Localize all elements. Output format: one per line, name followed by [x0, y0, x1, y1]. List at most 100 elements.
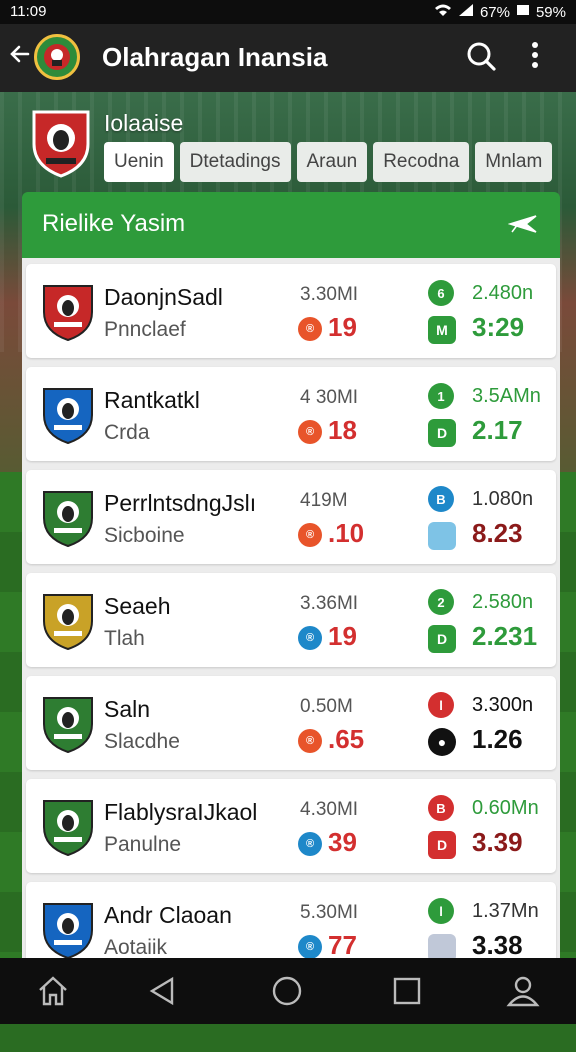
panel-title: Rielike Yasim: [42, 210, 186, 237]
more-vertical-icon[interactable]: [530, 40, 540, 77]
team-name: Seaeh: [104, 593, 171, 619]
panel-header: Rielike Yasim: [22, 192, 560, 258]
status-bar: 11:09 67% 59%: [0, 0, 576, 24]
match-score: 19: [328, 312, 357, 342]
score-badge-icon: ®: [298, 626, 322, 650]
tab-araun[interactable]: Araun: [296, 142, 368, 182]
score-badge-icon: ®: [298, 935, 322, 958]
match-score: 77: [328, 930, 357, 958]
team-name: Andr Claoan: [104, 902, 232, 928]
match-row[interactable]: Saln Slacdhe 0.50M ® .65 l 3.300n ● 1.26: [26, 676, 556, 770]
search-icon[interactable]: [465, 40, 497, 77]
tab-mnlam[interactable]: Mnlam: [475, 142, 553, 182]
odds-badge-icon: 6: [428, 280, 454, 306]
wifi-icon: [434, 3, 452, 21]
match-score: 39: [328, 827, 357, 857]
score-badge-icon: ®: [298, 523, 322, 547]
profile-icon[interactable]: [506, 974, 540, 1008]
signal-text: 67%: [479, 3, 510, 21]
match-amount: 4 30MI: [300, 387, 359, 408]
match-score: 18: [328, 415, 357, 445]
app-title: Olahragan Inansia: [102, 42, 328, 72]
back-triangle-icon[interactable]: [146, 974, 180, 1008]
team-crest-icon: [40, 591, 96, 651]
match-score: 19: [328, 621, 357, 651]
battery-icon: [516, 3, 530, 21]
value-badge-icon: [428, 934, 456, 958]
match-row[interactable]: DaonjnSadl Pnnclaef 3.30MI ® 19 6 2.480n M 3:29: [26, 264, 556, 358]
team-crest-icon: [40, 694, 96, 754]
team-crest-icon: [40, 282, 96, 342]
app-bar: Olahragan Inansia: [0, 24, 576, 92]
score-badge-icon: ®: [298, 729, 322, 753]
match-value: 2.17: [472, 415, 523, 445]
team-crest-icon: [40, 900, 96, 958]
odds-badge-icon: l: [428, 898, 454, 924]
match-row[interactable]: PerrlntsdngJslı Sicboine 419M ® .10 B 1.080n 8.…: [26, 470, 556, 564]
score-badge-icon: ®: [298, 832, 322, 856]
team-name: Rantkatkl: [104, 387, 200, 413]
match-row[interactable]: FlablysraIJkaol Panulne 4.30MI ® 39 B 0.60Mn D 3…: [26, 779, 556, 873]
value-badge-icon: D: [428, 419, 456, 447]
app-logo: [34, 34, 80, 80]
home-icon[interactable]: [36, 974, 70, 1008]
match-row[interactable]: Andr Claoan Aotaiik 5.30MI ® 77 l 1.37Mn 3.38: [26, 882, 556, 958]
match-score: .65: [328, 724, 365, 754]
match-amount: 419M: [300, 490, 348, 511]
match-row[interactable]: Rantkatkl Crda 4 30MI ® 18 1 3.5AMn D 2.17: [26, 367, 556, 461]
value-badge-icon: D: [428, 831, 456, 859]
odds-badge-icon: B: [428, 486, 454, 512]
status-right: 67% 59%: [434, 3, 566, 21]
match-value: 3.38: [472, 930, 523, 958]
status-time: 11:09: [10, 3, 47, 20]
circle-home-icon[interactable]: [270, 974, 304, 1008]
odds-badge-icon: 2: [428, 589, 454, 615]
match-odds: 3.300n: [472, 694, 534, 716]
match-amount: 4.30MI: [300, 799, 359, 820]
section-label: Iolaaise: [104, 110, 184, 136]
team-crest-icon: [40, 385, 96, 445]
team-subtitle: Crda: [104, 421, 150, 444]
battery-text: 59%: [535, 3, 566, 21]
match-amount: 0.50M: [300, 696, 353, 717]
tab-recodna[interactable]: Recodna: [373, 142, 470, 182]
match-odds: 2.480n: [472, 282, 534, 304]
match-odds: 1.080n: [472, 488, 534, 510]
match-value: 8.23: [472, 518, 523, 548]
match-value: 1.26: [472, 724, 523, 754]
match-odds: 0.60Mn: [472, 797, 539, 819]
match-odds: 3.5AMn: [472, 385, 541, 407]
tab-bar: Uenin Dtetadings Araun Recodna Mnlam: [104, 142, 553, 182]
signal-icon: [458, 3, 474, 21]
match-odds: 2.580n: [472, 591, 534, 613]
team-crest-icon: [40, 488, 96, 548]
value-badge-icon: [428, 522, 456, 550]
team-subtitle: Aotaiik: [104, 936, 168, 958]
team-subtitle: Panulne: [104, 833, 182, 856]
team-name: Saln: [104, 696, 151, 722]
system-nav-bar: [0, 958, 576, 1024]
team-name: DaonjnSadl: [104, 284, 223, 310]
team-subtitle: Pnnclaef: [104, 318, 186, 341]
odds-badge-icon: 1: [428, 383, 454, 409]
match-amount: 5.30MI: [300, 902, 359, 923]
tab-dtetadings[interactable]: Dtetadings: [179, 142, 291, 182]
match-value: 2.231: [472, 621, 538, 651]
match-odds: 1.37Mn: [472, 900, 539, 922]
odds-badge-icon: B: [428, 795, 454, 821]
match-amount: 3.36MI: [300, 593, 359, 614]
match-amount: 3.30MI: [300, 284, 359, 305]
arrow-left-icon[interactable]: [8, 42, 32, 71]
plane-icon[interactable]: [507, 210, 538, 243]
team-subtitle: Sicboine: [104, 524, 185, 547]
team-name: PerrlntsdngJslı: [104, 490, 257, 516]
value-badge-icon: M: [428, 316, 456, 344]
score-badge-icon: ®: [298, 317, 322, 341]
square-recents-icon[interactable]: [390, 974, 424, 1008]
tab-uenin[interactable]: Uenin: [104, 142, 174, 182]
team-badge: [30, 108, 92, 178]
match-score: .10: [328, 518, 365, 548]
team-subtitle: Slacdhe: [104, 730, 180, 753]
match-row[interactable]: Seaeh Tlah 3.36MI ® 19 2 2.580n D 2.231: [26, 573, 556, 667]
team-subtitle: Tlah: [104, 627, 145, 650]
